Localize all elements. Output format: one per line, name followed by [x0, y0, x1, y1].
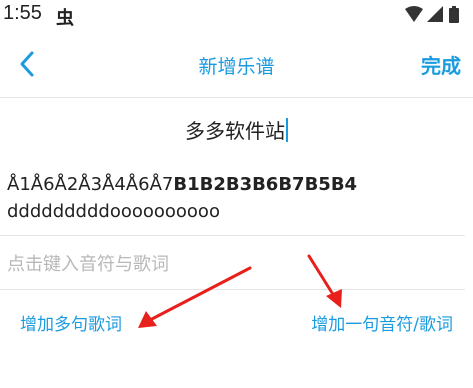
notes-lyrics-input[interactable]: 点击键入音符与歌词 [7, 250, 169, 276]
status-time: 1:55 [3, 2, 42, 24]
input-divider [0, 289, 465, 290]
app-notification-icon: 虫 [56, 8, 74, 29]
title-input-container[interactable]: 多多软件站 [0, 115, 473, 144]
score-notes-prefix: Å1Å6Å2Å3Å4Å6Å7 [7, 174, 174, 195]
lyrics-line[interactable]: dddddddddoooooooooo [7, 201, 220, 222]
annotation-arrow-left [138, 266, 252, 328]
score-notes-line[interactable]: Å1Å6Å2Å3Å4Å6Å7B1B2B3B6B7B5B4 [7, 174, 357, 195]
text-caret [286, 118, 288, 142]
header-divider [0, 97, 473, 98]
done-button[interactable]: 完成 [421, 50, 461, 79]
battery-icon [449, 6, 459, 23]
page-title: 新增乐谱 [198, 56, 275, 78]
signal-icon [427, 6, 443, 22]
wifi-icon [405, 6, 423, 22]
add-single-line-button[interactable]: 增加一句音符/歌词 [311, 310, 453, 335]
annotation-arrow-right [307, 254, 342, 308]
title-input[interactable]: 多多软件站 [185, 115, 285, 144]
status-bar: 1:55 虫 [0, 0, 473, 30]
score-notes-bold: B1B2B3B6B7B5B4 [173, 174, 358, 195]
header: 新增乐谱 完成 [0, 30, 473, 98]
status-icons [405, 6, 459, 23]
score-divider [0, 235, 465, 236]
add-multiple-lyrics-button[interactable]: 增加多句歌词 [20, 310, 122, 335]
